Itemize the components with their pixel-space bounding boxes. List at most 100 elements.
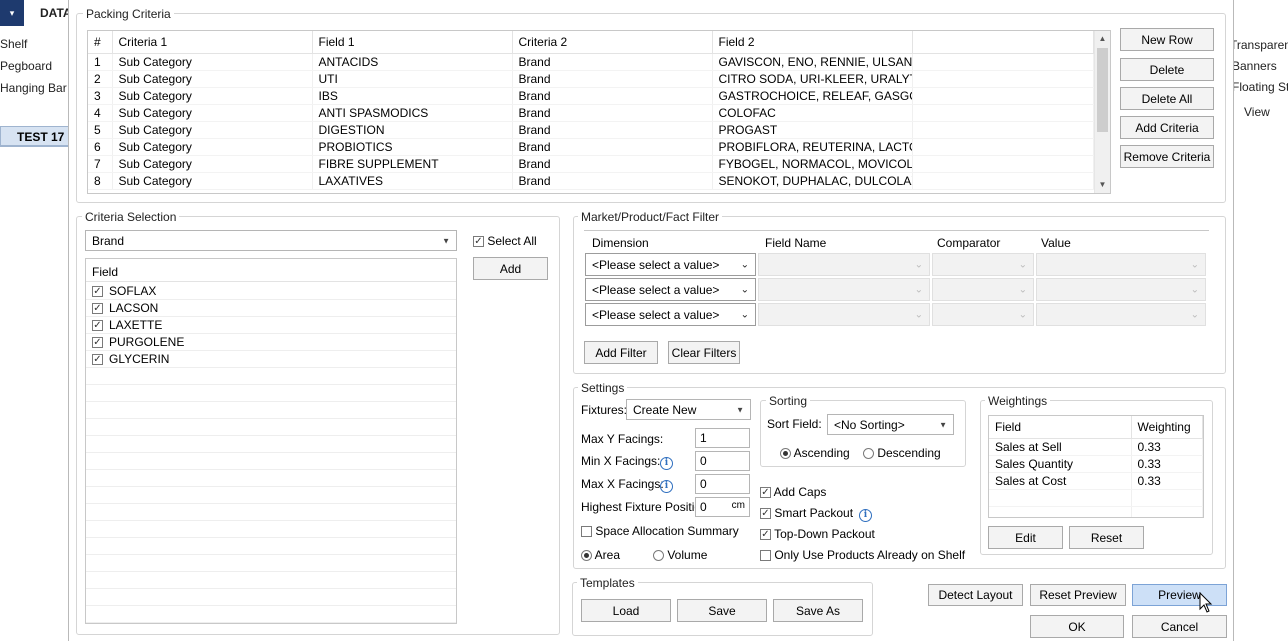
criteria-row[interactable]: 4 Sub Category ANTI SPASMODICS Brand COLOFAC [88, 104, 1094, 122]
reset-button[interactable]: Reset [1069, 526, 1144, 549]
volume-radio[interactable]: Volume [653, 548, 707, 562]
criteria-cell-field-1[interactable]: DIGESTION [312, 121, 513, 139]
field-name-dropdown[interactable]: ⌄ [758, 253, 930, 276]
criteria-cell-criteria-1[interactable]: Sub Category [112, 121, 313, 139]
criteria-cell-criteria-1[interactable]: Sub Category [112, 172, 313, 190]
criteria-row[interactable]: 6 Sub Category PROBIOTICS Brand PROBIFLORA, … [88, 138, 1094, 156]
select-all-checkbox[interactable]: ✓ Select All [473, 234, 537, 248]
highest-fixture-position-input[interactable]: 0 cm [695, 497, 750, 517]
weighting-cell-weighting[interactable]: 0.33 [1131, 472, 1203, 490]
reset-preview-button[interactable]: Reset Preview [1030, 584, 1126, 606]
criteria-cell-criteria-2[interactable]: Brand [512, 87, 713, 105]
criteria-cell-index[interactable]: 4 [88, 104, 113, 122]
max-y-facings-input[interactable]: 1 [695, 428, 750, 448]
field-list-item[interactable]: ✓ PURGOLENE [86, 334, 456, 351]
value-dropdown[interactable]: ⌄ [1036, 253, 1206, 276]
weighting-cell-field[interactable]: Sales at Cost [989, 472, 1132, 490]
weighting-row[interactable]: Sales at Cost 0.33 [989, 472, 1203, 490]
comparator-dropdown[interactable]: ⌄ [932, 278, 1034, 301]
criteria-cell-criteria-1[interactable]: Sub Category [112, 53, 313, 71]
new-row-button[interactable]: New Row [1120, 28, 1214, 51]
weightings-column-field[interactable]: Field [989, 416, 1132, 439]
criteria-cell-field-2[interactable]: COLOFAC [712, 104, 913, 122]
criteria-row[interactable]: 5 Sub Category DIGESTION Brand PROGAST [88, 121, 1094, 139]
background-item-floating[interactable]: Floating Sta [1232, 80, 1288, 94]
field-name-dropdown[interactable]: ⌄ [758, 278, 930, 301]
cancel-button[interactable]: Cancel [1132, 615, 1227, 638]
criteria-cell-index[interactable]: 6 [88, 138, 113, 156]
criteria-cell-criteria-2[interactable]: Brand [512, 155, 713, 173]
add-filter-button[interactable]: Add Filter [584, 341, 658, 364]
save-template-button[interactable]: Save [677, 599, 767, 622]
comparator-dropdown[interactable]: ⌄ [932, 303, 1034, 326]
descending-radio[interactable]: Descending [863, 446, 941, 460]
comparator-dropdown[interactable]: ⌄ [932, 253, 1034, 276]
column-header-criteria-1[interactable]: Criteria 1 [112, 31, 313, 54]
scroll-up-icon[interactable]: ▲ [1095, 31, 1110, 47]
field-list-item[interactable]: ✓ SOFLAX [86, 283, 456, 300]
criteria-cell-field-1[interactable]: FIBRE SUPPLEMENT [312, 155, 513, 173]
column-header-index[interactable]: # [88, 31, 113, 54]
criteria-cell-index[interactable]: 8 [88, 172, 113, 190]
add-button[interactable]: Add [473, 257, 548, 280]
weighting-cell-field[interactable]: Sales Quantity [989, 455, 1132, 473]
criteria-cell-field-1[interactable]: ANTI SPASMODICS [312, 104, 513, 122]
delete-all-button[interactable]: Delete All [1120, 87, 1214, 110]
criteria-row[interactable]: 2 Sub Category UTI Brand CITRO SODA, URI-KLE… [88, 70, 1094, 88]
background-item-transparent[interactable]: Transparent [1230, 38, 1288, 52]
column-header-criteria-2[interactable]: Criteria 2 [512, 31, 713, 54]
scroll-down-icon[interactable]: ▼ [1095, 177, 1110, 193]
criteria-row[interactable]: 8 Sub Category LAXATIVES Brand SENOKOT, DUPH… [88, 172, 1094, 190]
add-criteria-button[interactable]: Add Criteria [1120, 116, 1214, 139]
criteria-cell-field-2[interactable]: PROBIFLORA, REUTERINA, LACTO... [712, 138, 913, 156]
background-document-tab[interactable]: TEST 17 [0, 126, 70, 146]
criteria-cell-field-1[interactable]: LAXATIVES [312, 172, 513, 190]
clear-filters-button[interactable]: Clear Filters [668, 341, 740, 364]
criteria-cell-criteria-1[interactable]: Sub Category [112, 87, 313, 105]
weighting-row[interactable]: Sales at Sell 0.33 [989, 438, 1203, 456]
field-list[interactable]: Field ✓ SOFLAX ✓ LACSON ✓ LAXETTE ✓ PURGOLENE ✓ G… [85, 258, 457, 624]
criteria-cell-field-1[interactable]: PROBIOTICS [312, 138, 513, 156]
ok-button[interactable]: OK [1030, 615, 1124, 638]
weighting-cell-weighting[interactable]: 0.33 [1131, 455, 1203, 473]
weighting-cell-weighting[interactable]: 0.33 [1131, 438, 1203, 456]
background-item-shelf[interactable]: Shelf [0, 37, 27, 51]
checkbox-checked-icon[interactable]: ✓ [92, 336, 103, 348]
criteria-cell-field-1[interactable]: ANTACIDS [312, 53, 513, 71]
criteria-cell-index[interactable]: 7 [88, 155, 113, 173]
criteria-cell-criteria-2[interactable]: Brand [512, 104, 713, 122]
criteria-row[interactable]: 1 Sub Category ANTACIDS Brand GAVISCON, ENO,… [88, 53, 1094, 71]
load-template-button[interactable]: Load [581, 599, 671, 622]
criteria-cell-field-2[interactable]: CITRO SODA, URI-KLEER, URALYT... [712, 70, 913, 88]
max-x-facings-input[interactable]: 0 [695, 474, 750, 494]
background-item-hanging-bar[interactable]: Hanging Bar [0, 81, 67, 95]
value-dropdown[interactable]: ⌄ [1036, 278, 1206, 301]
ascending-radio[interactable]: Ascending [780, 446, 850, 460]
scroll-thumb[interactable] [1097, 48, 1108, 132]
column-header-field-2[interactable]: Field 2 [712, 31, 913, 54]
top-down-packout-checkbox[interactable]: ✓ Top-Down Packout [760, 527, 875, 541]
checkbox-checked-icon[interactable]: ✓ [92, 285, 103, 297]
criteria-cell-index[interactable]: 2 [88, 70, 113, 88]
field-list-item[interactable]: ✓ GLYCERIN [86, 351, 456, 368]
field-list-item[interactable]: ✓ LACSON [86, 300, 456, 317]
dimension-dropdown[interactable]: <Please select a value> ⌄ [585, 278, 756, 301]
criteria-cell-criteria-2[interactable]: Brand [512, 138, 713, 156]
criteria-cell-criteria-2[interactable]: Brand [512, 53, 713, 71]
criteria-cell-field-2[interactable]: PROGAST [712, 121, 913, 139]
criteria-cell-field-2[interactable]: FYBOGEL, NORMACOL, MOVICOL [712, 155, 913, 173]
criteria-cell-field-1[interactable]: IBS [312, 87, 513, 105]
criteria-row[interactable]: 7 Sub Category FIBRE SUPPLEMENT Brand FYBOGE… [88, 155, 1094, 173]
background-item-view[interactable]: View [1244, 105, 1270, 119]
checkbox-checked-icon[interactable]: ✓ [92, 319, 103, 331]
space-allocation-summary-checkbox[interactable]: Space Allocation Summary [581, 524, 739, 538]
checkbox-checked-icon[interactable]: ✓ [92, 353, 103, 365]
column-header-field-1[interactable]: Field 1 [312, 31, 513, 54]
criteria-cell-field-2[interactable]: SENOKOT, DUPHALAC, DULCOLAX... [712, 172, 913, 190]
criteria-cell-index[interactable]: 1 [88, 53, 113, 71]
add-caps-checkbox[interactable]: ✓ Add Caps [760, 485, 826, 499]
value-dropdown[interactable]: ⌄ [1036, 303, 1206, 326]
only-use-products-checkbox[interactable]: Only Use Products Already on Shelf [760, 548, 965, 562]
field-name-dropdown[interactable]: ⌄ [758, 303, 930, 326]
weighting-row[interactable]: Sales Quantity 0.33 [989, 455, 1203, 473]
